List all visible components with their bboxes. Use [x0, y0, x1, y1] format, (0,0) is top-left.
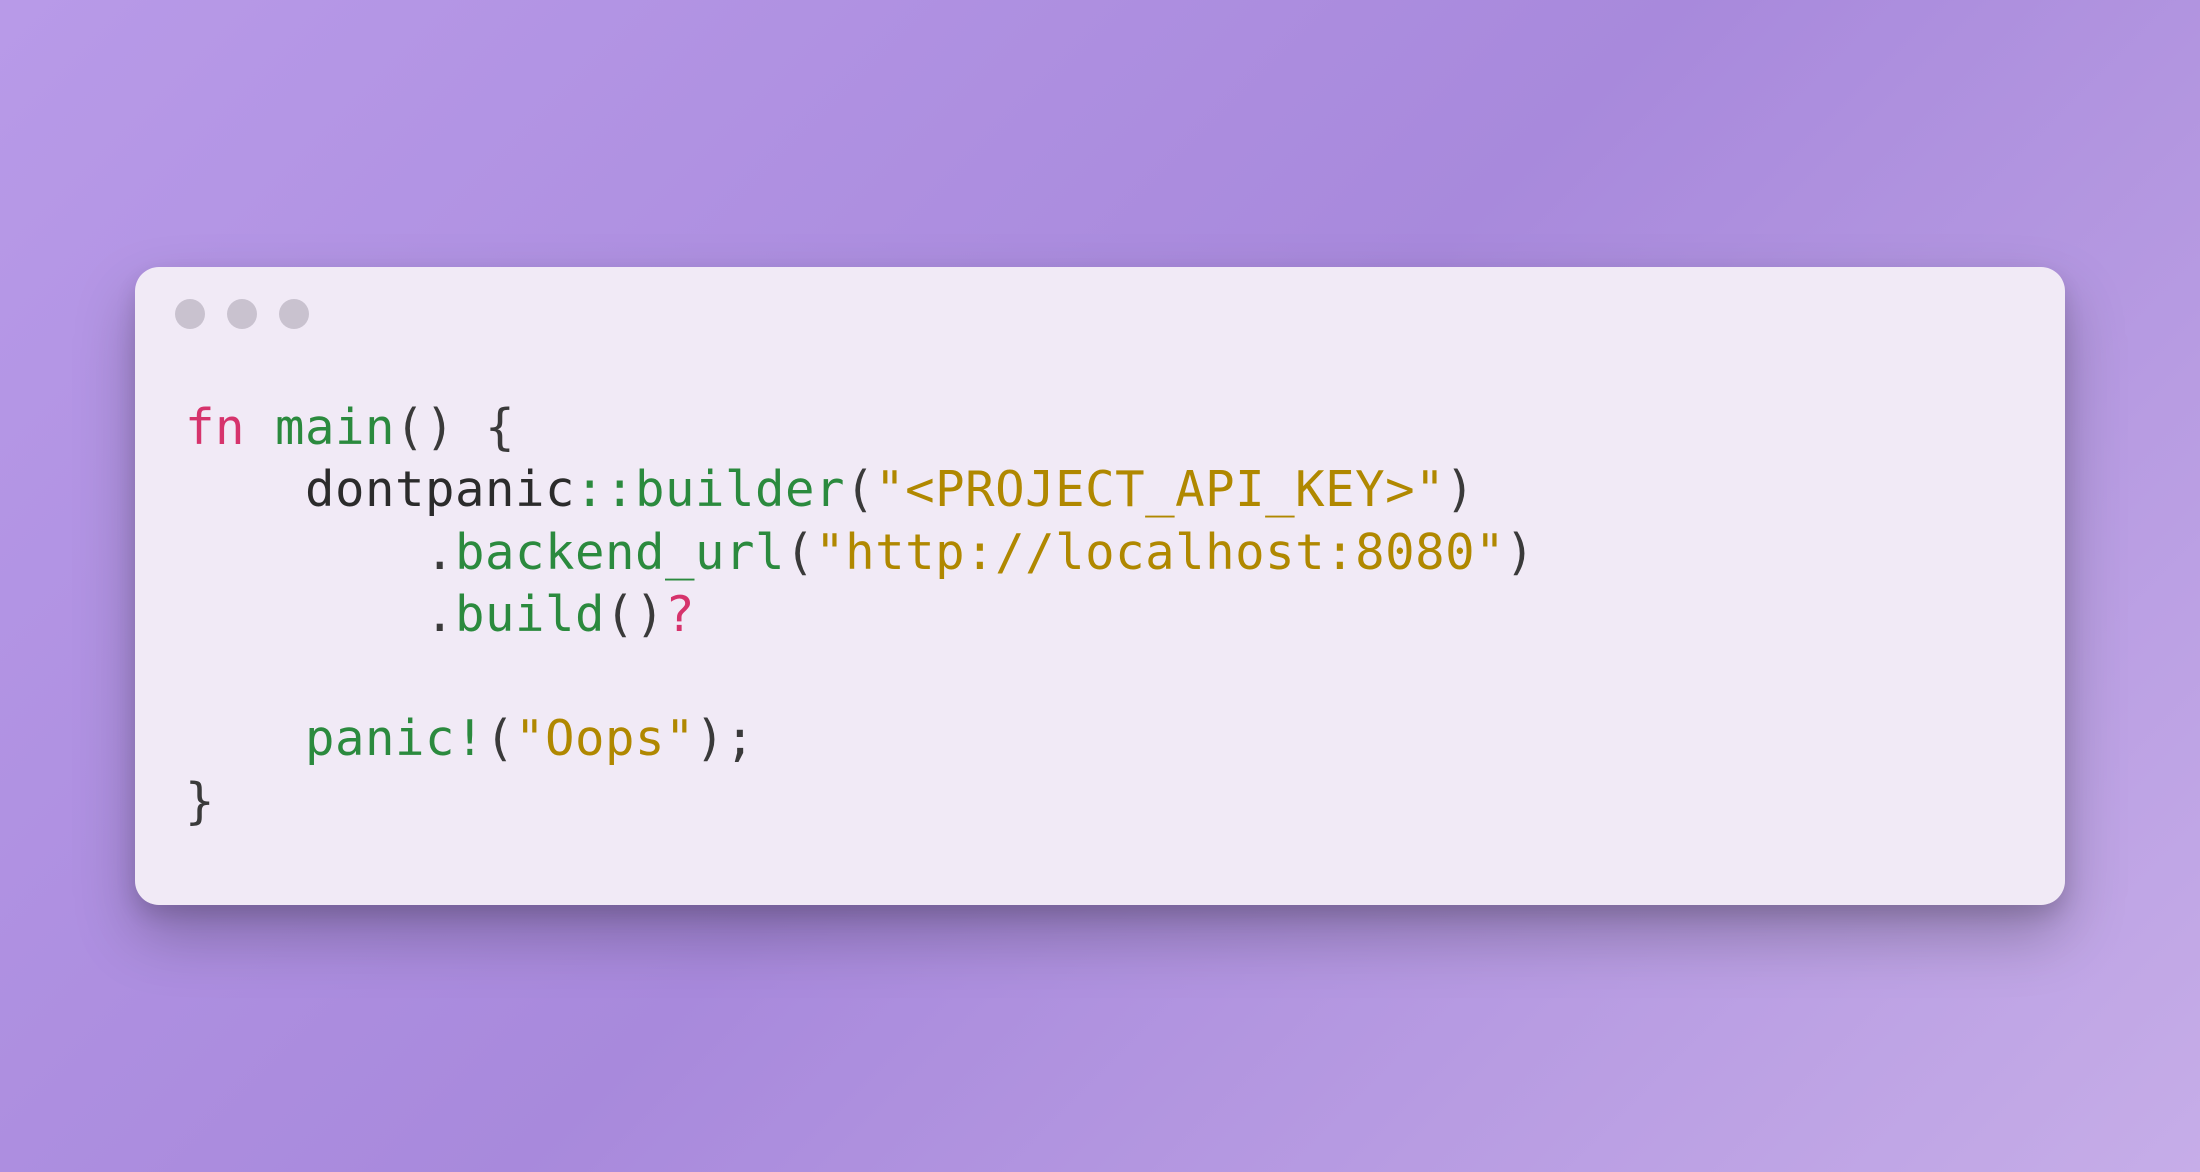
open-paren: ( [485, 710, 515, 767]
parens: () [395, 399, 455, 456]
indent [185, 524, 425, 581]
dot: . [425, 586, 455, 643]
indent [185, 461, 305, 518]
method-builder: builder [635, 461, 845, 518]
dot: . [425, 524, 455, 581]
maximize-icon[interactable] [279, 299, 309, 329]
open-paren: ( [785, 524, 815, 581]
close-paren: ) [1445, 461, 1475, 518]
function-name: main [275, 399, 395, 456]
path-separator: :: [575, 461, 635, 518]
keyword-fn: fn [185, 399, 245, 456]
close-paren: ) [1505, 524, 1535, 581]
method-backend-url: backend_url [455, 524, 785, 581]
close-icon[interactable] [175, 299, 205, 329]
question-mark: ? [665, 586, 695, 643]
string-url: "http://localhost:8080" [815, 524, 1505, 581]
indent [185, 710, 305, 767]
indent [185, 586, 425, 643]
parens: () [605, 586, 665, 643]
close-brace: } [185, 773, 215, 830]
open-paren: ( [845, 461, 875, 518]
method-build: build [455, 586, 605, 643]
macro-panic: panic! [305, 710, 485, 767]
close-paren: ) [695, 710, 725, 767]
string-oops: "Oops" [515, 710, 695, 767]
code-block: fn main() { dontpanic::builder("<PROJECT… [135, 329, 2065, 905]
code-window: fn main() { dontpanic::builder("<PROJECT… [135, 267, 2065, 905]
string-api-key: "<PROJECT_API_KEY>" [875, 461, 1445, 518]
semicolon: ; [725, 710, 755, 767]
module-name: dontpanic [305, 461, 575, 518]
window-titlebar [135, 267, 2065, 329]
minimize-icon[interactable] [227, 299, 257, 329]
open-brace: { [455, 399, 515, 456]
